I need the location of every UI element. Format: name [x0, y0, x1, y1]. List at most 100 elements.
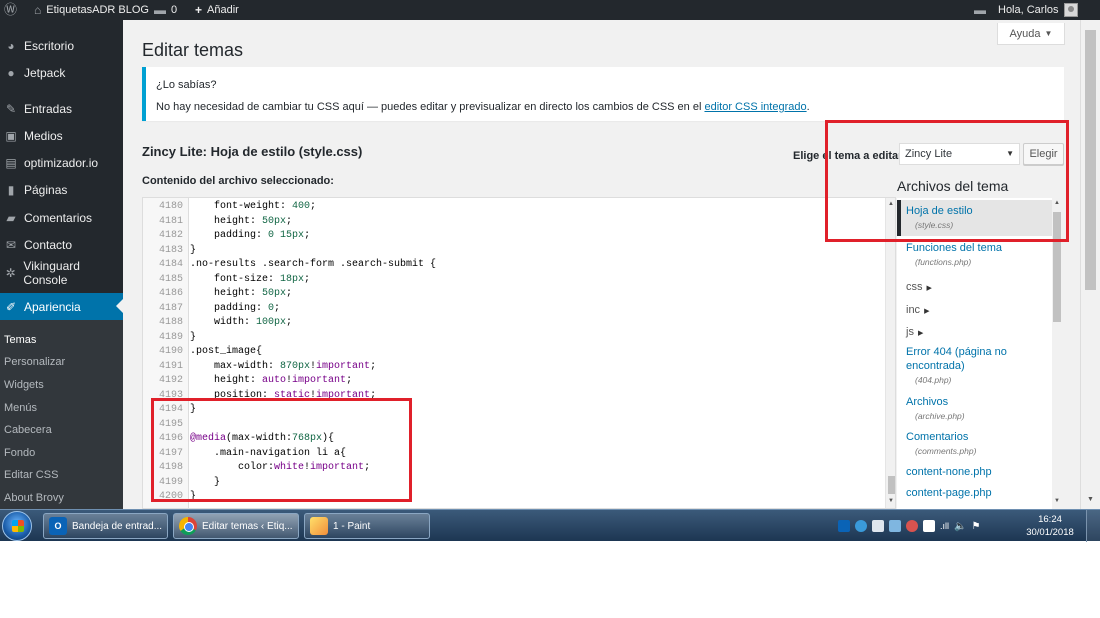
file-item-archive[interactable]: Archivos (archive.php): [906, 395, 965, 423]
code-line[interactable]: 4192 height: auto!important;: [143, 374, 883, 389]
submenu-editar-css[interactable]: Editar CSS: [4, 466, 58, 484]
sidebar-item-escritorio[interactable]: ◕ Escritorio: [0, 32, 123, 59]
pages-icon: ▮: [7, 182, 15, 197]
gear-icon: ✲: [5, 265, 16, 280]
help-button[interactable]: Ayuda ▼: [997, 23, 1065, 45]
code-line[interactable]: 4186 height: 50px;: [143, 287, 883, 302]
device-tray-icon[interactable]: [872, 520, 884, 532]
taskbar-paint[interactable]: 1 - Paint: [304, 513, 430, 539]
code-line[interactable]: 4188 width: 100px;: [143, 316, 883, 331]
file-name: (functions.php): [915, 257, 972, 267]
code-line[interactable]: 4189}: [143, 331, 883, 346]
start-button[interactable]: [2, 511, 32, 541]
plus-icon: +: [195, 3, 203, 17]
window-scrollbar[interactable]: ▼: [1080, 20, 1100, 509]
folder-item-inc[interactable]: inc ▶: [906, 303, 929, 319]
notice-body: No hay necesidad de cambiar tu CSS aquí …: [156, 101, 705, 113]
media-icon: ▣: [5, 128, 17, 143]
sync-tray-icon[interactable]: [855, 520, 867, 532]
submenu-cabecera[interactable]: Cabecera: [4, 421, 52, 439]
line-text: padding: 0;: [190, 302, 281, 314]
submenu-temas[interactable]: Temas: [4, 331, 36, 349]
code-line[interactable]: 4191 max-width: 870px!important;: [143, 360, 883, 375]
file-item-functions[interactable]: Funciones del tema (functions.php): [906, 241, 1002, 269]
sidebar-item-paginas[interactable]: ▮ Páginas: [0, 176, 123, 203]
site-name-link[interactable]: ⌂ EtiquetasADR BLOG: [34, 0, 149, 20]
scroll-down-icon[interactable]: ▼: [888, 498, 894, 504]
sidebar-item-medios[interactable]: ▣ Medios: [0, 122, 123, 149]
add-new-link[interactable]: + Añadir: [195, 0, 239, 20]
flag-icon[interactable]: ⚑: [971, 521, 980, 532]
sidebar-item-entradas[interactable]: ✎ Entradas: [0, 95, 123, 122]
sidebar-item-label: Entradas: [24, 101, 73, 116]
notifications-link[interactable]: ▬: [974, 0, 986, 20]
file-item-404[interactable]: Error 404 (página no encontrada) (404.php…: [906, 345, 1046, 387]
code-line[interactable]: 4180 font-weight: 400;: [143, 200, 883, 215]
line-text: padding: 0 15px;: [190, 230, 311, 241]
file-item-comments[interactable]: Comentarios (comments.php): [906, 430, 976, 458]
signal-bars-icon[interactable]: .ıll: [940, 521, 949, 531]
submenu-fondo[interactable]: Fondo: [4, 444, 35, 462]
caret-right-icon: ▶: [926, 285, 932, 292]
sidebar-item-jetpack[interactable]: ● Jetpack: [0, 59, 123, 86]
submenu-menus[interactable]: Menús: [4, 399, 37, 417]
code-line[interactable]: 4187 padding: 0;: [143, 302, 883, 317]
speaker-icon[interactable]: 🔈: [954, 521, 966, 532]
home-icon: ⌂: [34, 3, 42, 17]
show-desktop-button[interactable]: [1086, 510, 1100, 542]
sidebar-item-optimizador[interactable]: ▤ optimizador.io: [0, 149, 123, 176]
info-notice: ¿Lo sabías? No hay necesidad de cambiar …: [142, 67, 1064, 121]
code-line[interactable]: 4190 .post_image{: [143, 345, 883, 360]
help-label: Ayuda: [1009, 27, 1041, 40]
alert-tray-icon[interactable]: [906, 520, 918, 532]
files-scrollbar[interactable]: ▲ ▼: [1052, 198, 1062, 509]
file-item-content-none[interactable]: content-none.php: [906, 465, 992, 479]
taskbar-label: Bandeja de entrad...: [72, 520, 163, 532]
brush-icon: ✐: [5, 299, 17, 314]
taskbar-outlook[interactable]: O Bandeja de entrad...: [43, 513, 168, 539]
line-number: 4186: [158, 288, 183, 299]
line-number: 4185: [158, 273, 183, 285]
code-line[interactable]: 4182 padding: 0 15px;: [143, 229, 883, 244]
window-scroll-thumb[interactable]: [1085, 30, 1096, 290]
comments-link[interactable]: ▬ 0: [154, 0, 177, 20]
taskbar-chrome[interactable]: Editar temas ‹ Etiq...: [173, 513, 299, 539]
comment-bubble-icon: ▬: [154, 3, 166, 17]
line-text: font-size: 18px;: [190, 273, 311, 285]
sidebar-item-apariencia[interactable]: ✐ Apariencia: [0, 293, 123, 320]
css-editor-link[interactable]: editor CSS integrado: [704, 101, 806, 113]
submenu-about-brovy[interactable]: About Brovy: [4, 489, 64, 507]
wordpress-logo-icon[interactable]: Ⓦ: [4, 0, 17, 20]
editor-scroll-thumb[interactable]: [888, 476, 895, 494]
clock-date: 30/01/2018: [1026, 527, 1074, 538]
sidebar-item-comentarios[interactable]: ▰ Comentarios: [0, 204, 123, 231]
code-line[interactable]: 4185 font-size: 18px;: [143, 273, 883, 288]
editor-scrollbar[interactable]: ▲ ▼: [885, 198, 895, 508]
folder-label: css: [906, 281, 923, 293]
display-tray-icon[interactable]: [923, 520, 935, 532]
line-text: max-width: 870px!important;: [190, 360, 377, 372]
scroll-down-icon[interactable]: ▼: [1087, 496, 1094, 503]
sidebar-item-label: Jetpack: [24, 65, 66, 80]
submenu-widgets[interactable]: Widgets: [4, 376, 44, 394]
account-link[interactable]: Hola, Carlos: [998, 0, 1078, 20]
file-item-content-page[interactable]: content-page.php: [906, 486, 992, 500]
code-line[interactable]: 4184 .no-results .search-form .search-sub…: [143, 258, 883, 273]
code-line[interactable]: 4181 height: 50px;: [143, 215, 883, 230]
folder-item-js[interactable]: js ▶: [906, 325, 923, 341]
taskbar-clock[interactable]: 16:24 30/01/2018: [1022, 513, 1078, 539]
submenu-personalizar[interactable]: Personalizar: [4, 353, 65, 371]
line-number: 4192: [158, 375, 183, 386]
folder-item-css[interactable]: css ▶: [906, 280, 932, 296]
sidebar-item-vikinguard[interactable]: ✲ Vikinguard Console: [0, 259, 123, 287]
line-number: 4184: [158, 259, 183, 270]
paint-icon: [310, 517, 328, 535]
network-share-tray-icon[interactable]: [889, 520, 901, 532]
outlook-tray-icon[interactable]: [838, 520, 850, 532]
scroll-down-icon[interactable]: ▼: [1054, 498, 1060, 504]
code-line[interactable]: 4183}: [143, 244, 883, 259]
sidebar-item-label: Contacto: [24, 237, 73, 252]
sidebar-item-contacto[interactable]: ✉ Contacto: [0, 231, 123, 258]
sidebar-item-label: Apariencia: [24, 299, 81, 314]
sidebar-item-label: Escritorio: [24, 38, 75, 53]
